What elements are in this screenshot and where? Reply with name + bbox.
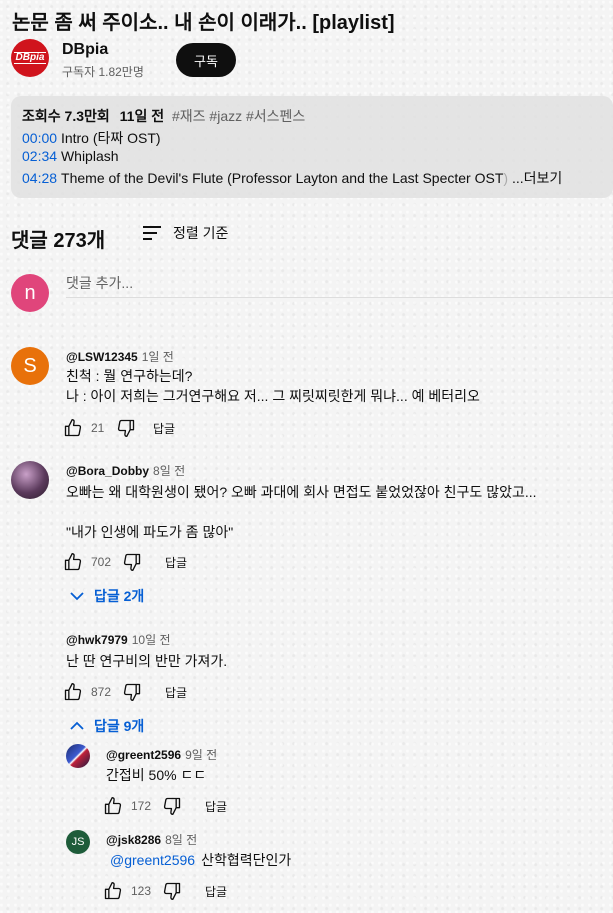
reply-author[interactable]: @jsk8286 8일 전 (106, 831, 197, 848)
comment-line: "내가 인생에 파도가 좀 많아" (66, 524, 234, 540)
author-handle[interactable]: @LSW12345 (66, 350, 138, 364)
comment-count: 댓글 273개 (11, 230, 106, 252)
comment-actions: 872 답글 (62, 682, 187, 702)
view-count: 조회수 7.3만회 (22, 108, 110, 124)
replies-toggle[interactable]: 답글 9개 (70, 716, 144, 736)
thumbs-up-icon[interactable] (62, 682, 84, 702)
avatar[interactable] (11, 461, 49, 499)
track-row: 02:34 Whiplash (22, 148, 119, 164)
track-title-faded: ) (503, 170, 509, 186)
like-count: 172 (131, 799, 152, 813)
reply-body: 산학협력단인가 (201, 852, 292, 868)
track-title: Theme of the Devil's Flute (Professor La… (61, 170, 504, 186)
subscribe-button[interactable]: 구독 (176, 43, 236, 77)
reply-button[interactable]: 답글 (205, 798, 227, 815)
track-title: Intro (타짜 OST) (60, 130, 161, 146)
thumbs-down-icon[interactable] (161, 796, 183, 816)
avatar[interactable] (66, 744, 90, 768)
comment-text: 오빠는 왜 대학원생이 됐어? 오빠 과대에 회사 면접도 붙었었잖아 친구도 … (66, 482, 537, 542)
show-more-link[interactable]: ...더보기 (512, 170, 562, 186)
thumbs-up-icon[interactable] (62, 418, 84, 438)
reply-button[interactable]: 답글 (165, 554, 187, 571)
like-count: 21 (91, 421, 105, 435)
subscriber-count: 구독자 1.82만명 (62, 65, 144, 79)
thumbs-down-icon[interactable] (161, 881, 183, 901)
comment-author[interactable]: @LSW12345 1일 전 (66, 348, 174, 365)
author-handle[interactable]: @greent2596 (106, 748, 181, 762)
user-avatar-letter: n (24, 281, 36, 304)
sort-button[interactable]: 정렬 기준 (143, 223, 228, 243)
comment-line: 난 딴 연구비의 반만 가져가. (66, 653, 228, 669)
track-row: 00:00 Intro (타짜 OST) (22, 128, 161, 148)
comment-line (66, 502, 537, 522)
thumbs-down-icon[interactable] (121, 552, 143, 572)
thumbs-down-icon[interactable] (115, 418, 137, 438)
like-count: 872 (91, 685, 112, 699)
reply-time[interactable]: 9일 전 (185, 748, 217, 762)
like-count: 702 (91, 555, 112, 569)
reply-actions: 172 답글 (102, 796, 227, 816)
comment-line: 나 : 아이 저희는 그거연구해요 저... 그 찌릿찌릿한게 뭐냐... 예 … (66, 388, 480, 404)
user-avatar[interactable]: n (11, 274, 49, 312)
reply-text: 간접비 50% ㄷㄷ (106, 767, 207, 783)
reply-author[interactable]: @greent2596 9일 전 (106, 746, 217, 763)
mention-link[interactable]: @greent2596 (110, 852, 195, 868)
comment-time[interactable]: 1일 전 (142, 350, 174, 364)
reply-button[interactable]: 답글 (205, 883, 227, 900)
author-handle[interactable]: @Bora_Dobby (66, 464, 149, 478)
upload-age: 11일 전 (119, 108, 165, 124)
avatar-letter: S (23, 354, 37, 377)
comment-text: 난 딴 연구비의 반만 가져가. (66, 651, 227, 671)
replies-toggle-label: 답글 9개 (94, 718, 145, 734)
comment-author[interactable]: @Bora_Dobby 8일 전 (66, 462, 185, 479)
avatar[interactable]: JS (66, 830, 90, 854)
add-comment-input[interactable]: 댓글 추가... (66, 273, 613, 298)
thumbs-up-icon[interactable] (62, 552, 84, 572)
reply-button[interactable]: 답글 (165, 684, 187, 701)
thumbs-up-icon[interactable] (102, 881, 124, 901)
replies-toggle-label: 답글 2개 (94, 588, 145, 604)
reply-actions: 123 답글 (102, 881, 227, 901)
comment-line: 오빠는 왜 대학원생이 됐어? 오빠 과대에 회사 면접도 붙었었잖아 친구도 … (66, 484, 537, 500)
replies-toggle[interactable]: 답글 2개 (70, 586, 144, 606)
timestamp-link[interactable]: 02:34 (22, 148, 57, 164)
sort-label: 정렬 기준 (173, 225, 229, 241)
sort-icon (143, 225, 161, 241)
hashtags[interactable]: #재즈 #jazz #서스펜스 (172, 108, 305, 124)
timestamp-link[interactable]: 00:00 (22, 130, 57, 146)
comment-text: 친척 : 뭘 연구하는데? 나 : 아이 저희는 그거연구해요 저... 그 찌… (66, 366, 480, 406)
comment-actions: 702 답글 (62, 552, 187, 572)
channel-avatar[interactable]: DBpia (11, 39, 49, 77)
author-handle[interactable]: @hwk7979 (66, 633, 128, 647)
comment-actions: 21 답글 (62, 418, 175, 438)
channel-logo-text: DBpia (13, 52, 47, 64)
like-count: 123 (131, 884, 152, 898)
author-handle[interactable]: @jsk8286 (106, 833, 161, 847)
reply-text: @greent2596 산학협력단인가 (110, 850, 291, 870)
description-meta: 조회수 7.3만회 11일 전 #재즈 #jazz #서스펜스 (22, 106, 305, 126)
thumbs-up-icon[interactable] (102, 796, 124, 816)
chevron-up-icon (70, 721, 84, 730)
track-row: 04:28 Theme of the Devil's Flute (Profess… (22, 168, 562, 188)
comment-author[interactable]: @hwk7979 10일 전 (66, 631, 171, 648)
comment-time[interactable]: 8일 전 (153, 464, 185, 478)
comment-time[interactable]: 10일 전 (132, 633, 171, 647)
channel-name[interactable]: DBpia (62, 41, 108, 59)
avatar[interactable]: S (11, 347, 49, 385)
timestamp-link[interactable]: 04:28 (22, 170, 57, 186)
comment-line: 친척 : 뭘 연구하는데? (66, 368, 193, 384)
reply-time[interactable]: 8일 전 (165, 833, 197, 847)
chevron-down-icon (70, 592, 84, 601)
track-title: Whiplash (60, 148, 119, 164)
avatar-letter: JS (71, 836, 85, 848)
reply-button[interactable]: 답글 (153, 420, 175, 437)
thumbs-down-icon[interactable] (121, 682, 143, 702)
video-title: 논문 좀 써 주이소.. 내 손이 이래가.. [playlist] (12, 12, 395, 34)
